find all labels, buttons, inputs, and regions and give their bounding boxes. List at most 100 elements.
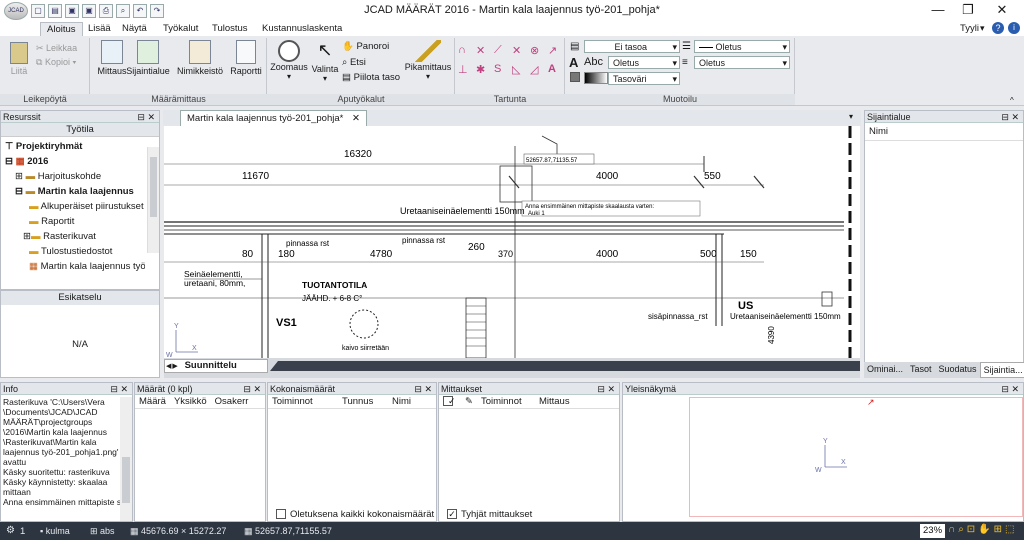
drawing-canvas[interactable]: 16320 11670 4000 550 52657.87,71135.57 A…: [164, 126, 860, 358]
col-yksikko[interactable]: Yksikkö: [170, 395, 211, 408]
col-maara[interactable]: Määrä: [135, 395, 170, 408]
color-dropdown[interactable]: Tasoväri ▾: [608, 72, 680, 85]
linetype-dropdown[interactable]: Oletus ▾: [694, 40, 790, 53]
col-osakerr[interactable]: Osakerr: [211, 395, 253, 408]
tab-ominaisuudet[interactable]: Ominai...: [864, 362, 906, 378]
snap-intersection-icon[interactable]: ✕: [476, 44, 491, 57]
piilota-taso-button[interactable]: ▤ Piilota taso: [342, 72, 400, 83]
nav-next-icon[interactable]: ▶: [172, 363, 177, 370]
tab-tulostus[interactable]: Tulostus: [206, 22, 254, 36]
raportti-button[interactable]: Raportti: [226, 40, 266, 76]
tab-tasot[interactable]: Tasot: [906, 362, 936, 378]
snap-arrow-icon[interactable]: ↗: [548, 44, 563, 57]
col-nimi[interactable]: Nimi: [388, 395, 415, 408]
pin-close-icons[interactable]: ⊟ ✕: [414, 383, 436, 395]
col-tunnus[interactable]: Tunnus: [338, 395, 388, 408]
panoroi-button[interactable]: ✋ Panoroi: [342, 41, 389, 52]
minimize-button[interactable]: —: [922, 0, 954, 22]
snap-midpoint-icon[interactable]: ✕: [512, 44, 527, 57]
col-toiminnot[interactable]: Toiminnot: [477, 395, 535, 408]
tree-item-harjoituskohde[interactable]: ⊞ ▬ Harjoituskohde: [5, 169, 159, 184]
copy-button[interactable]: ⧉ Kopioi ▾: [36, 57, 76, 68]
linewidth-dropdown[interactable]: Oletus ▾: [694, 56, 790, 69]
pin-close-icons[interactable]: ⊟ ✕: [243, 383, 265, 395]
pan-hand-icon[interactable]: ✋: [978, 524, 990, 535]
style-menu[interactable]: Tyyli: [960, 23, 979, 34]
ribbon-collapse-icon[interactable]: ^: [1010, 96, 1014, 105]
tree-item-rasterikuvat[interactable]: ⊞▬ Rasterikuvat: [5, 229, 159, 244]
layout-tab[interactable]: ◀▶ Suunnittelu: [164, 359, 268, 373]
tree-item-2016[interactable]: ⊟ ▦ 2016: [5, 154, 159, 169]
snap-line-icon[interactable]: ⟋: [494, 44, 509, 57]
pin-close-icons[interactable]: ⊟ ✕: [110, 383, 132, 395]
sijaintialue-button[interactable]: Sijaintialue: [124, 40, 172, 76]
valinta-button[interactable]: ↖ Valinta ▾: [308, 40, 342, 83]
zoomaus-button[interactable]: Zoomaus ▾: [269, 40, 309, 81]
snap-angle-icon[interactable]: ◿: [530, 63, 545, 76]
tab-list-icon[interactable]: ▾: [849, 112, 853, 121]
snap-tangent-icon[interactable]: S: [494, 63, 509, 76]
tree-item-tulostustiedostot[interactable]: ▬ Tulostustiedostot: [5, 244, 159, 259]
tree-item-raportit[interactable]: ▬ Raportit: [5, 214, 159, 229]
pin-close-icons[interactable]: ⊟ ✕: [597, 383, 619, 395]
info-scrollbar[interactable]: [120, 397, 132, 521]
close-window-button[interactable]: ✕: [986, 0, 1018, 22]
cut-button[interactable]: ✂ Leikkaa: [36, 43, 77, 54]
angle-toggle[interactable]: ▪ kulma: [40, 526, 70, 536]
pin-close-icons[interactable]: ⊟ ✕: [1001, 111, 1023, 123]
edit-icon[interactable]: ✎: [461, 395, 477, 408]
snap-quadrant-icon[interactable]: ◺: [512, 63, 527, 76]
textstyle-dropdown[interactable]: Oletus ▾: [608, 56, 680, 69]
tree-scrollbar[interactable]: [147, 147, 159, 253]
checkbox-unchecked[interactable]: [276, 509, 286, 520]
snap-nearest-icon[interactable]: ✱: [476, 63, 491, 76]
scroll-thumb[interactable]: [150, 157, 157, 217]
fullscreen-icon[interactable]: ⬚: [1005, 524, 1014, 535]
snap-center-icon[interactable]: ⊗: [530, 44, 545, 57]
workspace-tab[interactable]: Työtila: [1, 123, 159, 137]
abs-toggle[interactable]: ⊞ abs: [90, 526, 115, 537]
document-tab[interactable]: Martin kala laajennus työ-201_pohja* ✕: [180, 110, 367, 126]
tree-item-martin-kala[interactable]: ⊟ ▬ Martin kala laajennus: [5, 184, 159, 199]
tab-tyokalut[interactable]: Työkalut: [157, 22, 204, 36]
settings-gear-icon[interactable]: ⚙: [6, 525, 15, 536]
tree-item-martin-tyo[interactable]: ▦ Martin kala laajennus työ: [5, 259, 145, 274]
scroll-thumb[interactable]: [122, 457, 130, 503]
tab-sijaintialue[interactable]: Sijaintia...: [979, 362, 1024, 378]
tab-lisaa[interactable]: Lisää: [82, 22, 117, 36]
close-tab-icon[interactable]: ✕: [352, 113, 360, 124]
zoom-level[interactable]: 23%: [920, 524, 946, 538]
col-toiminnot[interactable]: Toiminnot: [268, 395, 338, 408]
paste-button[interactable]: Liitä: [6, 42, 32, 76]
pin-close-icons[interactable]: ⊟ ✕: [137, 111, 159, 123]
col-mittaus[interactable]: Mittaus: [535, 395, 574, 408]
nimikkeisto-button[interactable]: Nimikkeistö: [174, 40, 226, 76]
overview-viewport[interactable]: [689, 397, 1023, 517]
checkbox-checked[interactable]: ✓: [443, 396, 456, 407]
tree-item-alkuperaiset[interactable]: ▬ Alkuperäiset piirustukset: [5, 199, 159, 214]
style-dropdown-icon[interactable]: ▾: [980, 23, 985, 34]
tab-suodatus[interactable]: Suodatus: [936, 362, 980, 378]
horizontal-scrollbar[interactable]: [270, 361, 860, 371]
checkbox-checked[interactable]: ✓: [447, 509, 457, 520]
snap-endpoint-icon[interactable]: ∩: [458, 44, 473, 57]
snap-magnet-icon[interactable]: ∩: [948, 524, 955, 535]
default-all-checkbox[interactable]: Oletuksena kaikki kokonaismäärät: [276, 509, 434, 520]
tab-aloitus[interactable]: Aloitus: [40, 22, 83, 36]
snap-text-icon[interactable]: A: [548, 63, 563, 76]
tab-nayta[interactable]: Näytä: [116, 22, 153, 36]
zoom-icon[interactable]: ⌕: [958, 524, 964, 535]
tab-kustannuslaskenta[interactable]: Kustannuslaskenta: [256, 22, 348, 36]
restore-button[interactable]: ❐: [952, 0, 984, 22]
etsi-button[interactable]: ⌕ Etsi: [342, 57, 366, 68]
tree-item-projektiryhmat[interactable]: ⊤ Projektiryhmät: [5, 139, 159, 154]
info-icon[interactable]: i: [1008, 22, 1020, 34]
zoom-extents-icon[interactable]: ⊞: [994, 524, 1002, 535]
help-icon[interactable]: ?: [992, 22, 1004, 34]
pin-close-icons[interactable]: ⊟ ✕: [1001, 383, 1023, 395]
select-all-checkbox[interactable]: ✓: [439, 395, 461, 408]
zoom-window-icon[interactable]: ⊡: [967, 524, 975, 535]
location-column-nimi[interactable]: Nimi: [865, 123, 1023, 141]
snap-perpendicular-icon[interactable]: ⊥: [458, 63, 473, 76]
pikamittaus-button[interactable]: Pikamittaus ▾: [403, 40, 453, 81]
